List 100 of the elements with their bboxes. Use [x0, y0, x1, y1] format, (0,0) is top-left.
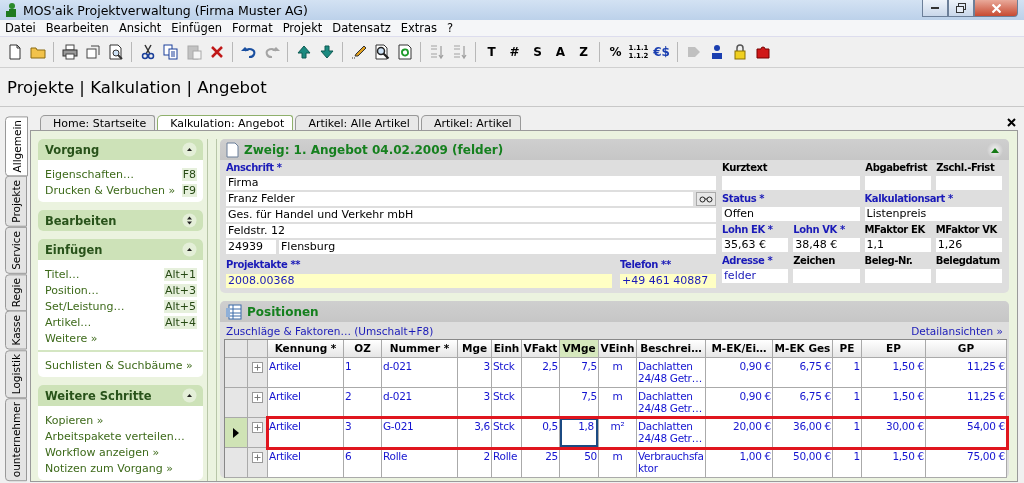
padlock-icon[interactable] — [731, 44, 748, 60]
down-arrow-icon[interactable] — [318, 44, 335, 60]
close-icon[interactable] — [1007, 118, 1016, 127]
restore-button[interactable] — [948, 0, 974, 17]
menu-item[interactable]: Format — [227, 21, 278, 35]
input-field[interactable]: Listenpreis — [864, 207, 1002, 221]
column-header[interactable]: OZ — [344, 340, 382, 358]
table-row[interactable]: Artikel 3 G-021 3,6 Stck 0,5 1,8 m² Dachlatten 24/48 Getr… 20,00 € 36,00 € 1 30,00 € 54,00 € — [268, 418, 1007, 448]
task-link[interactable]: Set/Leistung… — [45, 299, 125, 313]
menu-item[interactable]: Projekt — [277, 21, 328, 35]
toolbar-button[interactable]: T — [480, 41, 503, 63]
input-field[interactable]: Firma — [226, 176, 716, 190]
pencil-icon[interactable] — [350, 44, 367, 60]
column-header[interactable]: Beschrei… — [637, 340, 706, 358]
column-header[interactable]: EP — [862, 340, 926, 358]
toolbar-button[interactable]: A — [549, 41, 572, 63]
column-header[interactable]: GP — [926, 340, 1007, 358]
task-link[interactable]: Position… — [45, 283, 99, 297]
document-tab[interactable]: Artikel: Alle Artikel — [295, 115, 419, 130]
column-header[interactable]: Mge — [458, 340, 492, 358]
column-header[interactable]: VMge — [560, 340, 599, 358]
column-header[interactable]: VFakt — [522, 340, 560, 358]
close-button[interactable] — [974, 0, 1018, 17]
toolbar-button[interactable]: # — [503, 41, 526, 63]
column-header[interactable]: M-EK Ges — [773, 340, 833, 358]
input-field[interactable] — [935, 269, 1002, 283]
documents-icon[interactable] — [84, 44, 101, 60]
side-tab[interactable]: ounternehmer — [5, 398, 27, 482]
input-field[interactable]: 35,63 € — [722, 238, 789, 252]
document-tab[interactable]: Artikel: Artikel — [420, 115, 521, 130]
column-header[interactable]: Einh — [492, 340, 522, 358]
new-document-icon[interactable] — [6, 44, 23, 60]
input-field[interactable]: 38,48 € — [793, 238, 860, 252]
toolbar-button[interactable]: % — [604, 41, 627, 63]
menu-item[interactable]: Einfügen — [166, 21, 228, 35]
side-tab[interactable]: Regie — [5, 273, 27, 312]
puzzle-icon[interactable] — [754, 44, 771, 60]
task-link[interactable]: Weitere » — [45, 331, 98, 345]
panel-header[interactable]: Vorgang — [38, 139, 203, 160]
print-preview-icon[interactable] — [107, 44, 124, 60]
task-link[interactable]: Notizen zum Vorgang » — [45, 461, 173, 475]
minimize-button[interactable] — [922, 0, 948, 17]
column-header[interactable]: PE — [833, 340, 862, 358]
scissors-icon[interactable] — [139, 44, 156, 60]
input-field[interactable] — [864, 269, 931, 283]
row-header[interactable] — [225, 418, 248, 448]
input-field[interactable]: 24939 — [226, 240, 276, 254]
copy-icon[interactable] — [162, 44, 179, 60]
collapse-button[interactable] — [987, 141, 1003, 158]
delete-icon[interactable] — [208, 44, 225, 60]
side-tab[interactable]: Projekte — [5, 176, 27, 228]
table-row[interactable]: Artikel 2 d-021 3 Stck 7,5 m Dachlatten 24/48 Getr… 0,90 € 6,75 € 1 1,50 € 11,25 € — [268, 388, 1007, 418]
task-link[interactable]: Kopieren » — [45, 413, 104, 427]
table-row[interactable]: Artikel 6 Rolle 2 Rolle 25 50 m Verbrauchsfaktor 1,00 € 50,00 € 1 1,50 € 75,00 € — [268, 448, 1007, 478]
panel-header[interactable]: Bearbeiten — [38, 210, 203, 231]
input-field[interactable]: Ges. für Handel und Verkehr mbH — [226, 208, 716, 222]
input-field[interactable] — [865, 176, 932, 190]
input-field[interactable]: Offen — [722, 207, 860, 221]
collapse-icon[interactable] — [182, 388, 197, 403]
refresh-document-icon[interactable] — [396, 44, 413, 60]
link[interactable]: Detailansichten » — [911, 325, 1003, 337]
collapse-icon[interactable] — [182, 142, 197, 157]
input-field[interactable]: 1,1 — [864, 238, 931, 252]
task-link[interactable]: Eigenschaften… — [45, 167, 134, 181]
up-arrow-icon[interactable] — [295, 44, 312, 60]
panel-header[interactable]: Einfügen — [38, 239, 203, 260]
menu-item[interactable]: Ansicht — [113, 21, 167, 35]
input-field[interactable] — [936, 176, 1002, 190]
side-tab[interactable]: Logistik — [5, 349, 27, 399]
side-tab[interactable]: Kasse — [5, 311, 27, 350]
input-field[interactable]: Flensburg — [279, 240, 716, 254]
menu-item[interactable]: ? — [442, 21, 459, 35]
input-field[interactable]: Feldstr. 12 — [226, 224, 716, 238]
task-link[interactable]: Arbeitspakete verteilen… — [45, 429, 185, 443]
document-tab[interactable]: Home: Startseite — [40, 115, 156, 130]
column-header[interactable]: Kennung * — [268, 340, 344, 358]
folder-icon[interactable] — [29, 44, 46, 60]
task-link[interactable]: Suchlisten & Suchbäume » — [45, 358, 193, 372]
menu-item[interactable]: Datei — [0, 21, 41, 35]
find-document-icon[interactable] — [373, 44, 390, 60]
toolbar-button[interactable]: Z — [572, 41, 595, 63]
task-link[interactable]: Titel… — [45, 267, 80, 281]
collapse-icon[interactable] — [182, 242, 197, 257]
input-field[interactable]: 2008.00368 — [226, 274, 612, 288]
input-field[interactable]: felder — [722, 269, 789, 283]
input-field[interactable] — [793, 269, 860, 283]
input-field[interactable]: 1,26 — [935, 238, 1002, 252]
menu-item[interactable]: Extras — [395, 21, 443, 35]
undo-icon[interactable] — [240, 44, 257, 60]
column-header[interactable]: VEinh — [599, 340, 637, 358]
toolbar-button[interactable]: S — [526, 41, 549, 63]
input-field[interactable] — [722, 176, 861, 190]
task-link[interactable]: Workflow anzeigen » — [45, 445, 160, 459]
task-link[interactable]: Drucken & Verbuchen » — [45, 183, 176, 197]
input-field[interactable]: +49 461 40887 — [620, 274, 716, 288]
table-row[interactable]: Artikel 1 d-021 3 Stck 2,5 7,5 m Dachlatten 24/48 Getr… 0,90 € 6,75 € 1 1,50 € 11,25 € — [268, 358, 1007, 388]
printer-icon[interactable] — [61, 44, 78, 60]
column-header[interactable]: Nummer * — [382, 340, 458, 358]
side-tab[interactable]: Service — [5, 227, 27, 274]
address-book-button[interactable] — [696, 192, 716, 206]
